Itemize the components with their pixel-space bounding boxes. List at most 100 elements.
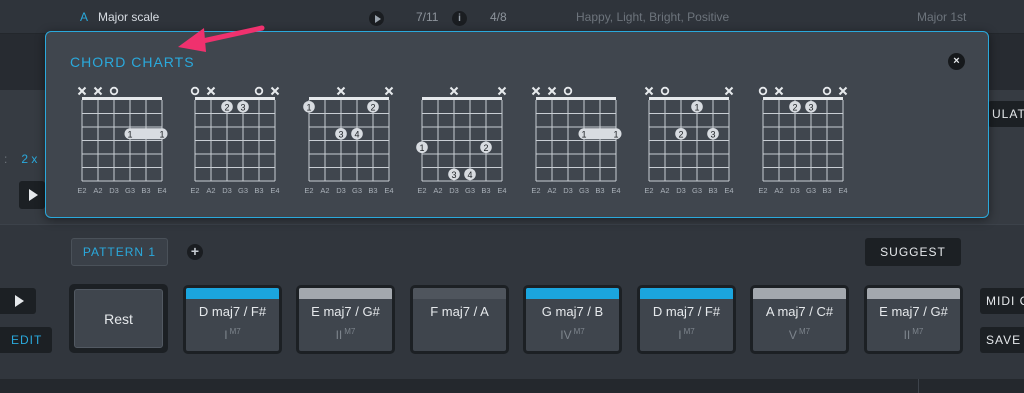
finger-dot: 1 (303, 100, 315, 113)
string-label: G3 (238, 186, 248, 195)
finger-dot: 2 (367, 100, 379, 113)
finger-number: 2 (483, 143, 488, 153)
finger-dot: 2 (221, 100, 233, 113)
string-label: D3 (563, 186, 573, 195)
play-button-top[interactable] (19, 181, 45, 209)
string-label: B3 (481, 186, 490, 195)
barre: 11 (124, 128, 168, 140)
finger-number: 3 (240, 102, 245, 112)
string-label: E2 (758, 186, 767, 195)
pattern-button[interactable]: PATTERN 1 (71, 238, 168, 266)
finger-dot: 3 (448, 168, 460, 181)
nut (763, 97, 843, 100)
nut (422, 97, 502, 100)
string-label: D3 (336, 186, 346, 195)
string-label: A2 (774, 186, 783, 195)
midi-button[interactable]: MIDI C (980, 288, 1024, 314)
finger-dot: 4 (351, 127, 363, 140)
info-icon[interactable]: i (452, 11, 467, 26)
string-label: E4 (611, 186, 620, 195)
chord-cell-body: D maj7 / F# I M7 (186, 288, 279, 351)
chord-quality: M7 (229, 327, 241, 336)
roman-numeral: I (678, 328, 682, 342)
chord-chart: 2 3 E2 A2 D3 G3 B3 E4 (755, 84, 851, 199)
nut (536, 97, 616, 100)
chord-chart-diagram: 1 2 3 4 E2 A2 D3 G3 B3 E4 (303, 86, 394, 195)
chord-charts-panel: CHORD CHARTS × 1 1 E2 A2 D3 G3 B3 E4 2 3 E2 A2 D3 G3 B… (45, 31, 989, 218)
open-string-icon (563, 86, 573, 96)
chord-cell[interactable]: A maj7 / C# V M7 (750, 285, 849, 354)
chord-cell[interactable]: G maj7 / B IV M7 (523, 285, 622, 354)
muted-string-icon (270, 86, 280, 96)
chord-chart: 1 2 3 4 E2 A2 D3 G3 B3 E4 (301, 84, 397, 199)
open-string-icon (660, 86, 670, 96)
string-label: D3 (109, 186, 119, 195)
chord-cell[interactable]: D maj7 / F# I M7 (183, 285, 282, 354)
chord-cell[interactable]: E maj7 / G# II M7 (864, 285, 963, 354)
finger-number: 1 (613, 129, 618, 139)
muted-string-icon (838, 86, 848, 96)
string-label: E4 (384, 186, 393, 195)
string-label: A2 (547, 186, 556, 195)
finger-number: 4 (354, 129, 359, 139)
chord-degree: II M7 (867, 327, 960, 342)
repeat-count[interactable]: :2 x (4, 152, 37, 166)
chord-chart-diagram: 1 2 3 4 E2 A2 D3 G3 B3 E4 (416, 86, 507, 195)
muted-string-icon (724, 86, 734, 96)
string-label: E2 (531, 186, 540, 195)
articulation-button[interactable]: ULATI (988, 101, 1024, 127)
chord-degree: I M7 (640, 327, 733, 342)
chord-color-bar (413, 288, 506, 299)
play-button[interactable] (0, 288, 36, 314)
finger-dot: 1 (691, 100, 703, 113)
finger-dot: 1 (416, 141, 428, 154)
finger-number: 3 (338, 129, 343, 139)
chord-degree: I M7 (186, 327, 279, 342)
chord-color-bar (186, 288, 279, 299)
add-pattern-icon[interactable]: + (187, 244, 203, 260)
chord-cell[interactable]: D maj7 / F# I M7 (637, 285, 736, 354)
scale-row[interactable]: A Major scale 7/11 i 4/8 Happy, Light, B… (0, 0, 1024, 34)
string-label: D3 (676, 186, 686, 195)
pointer-arrow-icon (178, 25, 265, 52)
chord-quality: M7 (912, 327, 924, 336)
string-label: B3 (708, 186, 717, 195)
muted-string-icon (449, 86, 459, 96)
chord-name: G maj7 / B (541, 304, 604, 319)
finger-number: 1 (581, 129, 586, 139)
finger-dot: 4 (464, 168, 476, 181)
chord-color-bar (299, 288, 392, 299)
chord-degree: II M7 (299, 327, 392, 342)
string-label: G3 (806, 186, 816, 195)
edit-button[interactable]: EDIT (0, 327, 52, 353)
string-label: E2 (304, 186, 313, 195)
rest-cell[interactable]: Rest (69, 284, 168, 353)
string-label: B3 (254, 186, 263, 195)
chord-name: D maj7 / F# (198, 304, 267, 319)
scale-name: Major scale (98, 10, 160, 24)
chord-chart-diagram: 1 1E2 A2 D3 G3 B3 E4 (531, 86, 622, 195)
suggest-button[interactable]: SUGGEST (865, 238, 961, 266)
close-icon[interactable]: × (948, 53, 965, 70)
chord-chart: 1 2 3 4 E2 A2 D3 G3 B3 E4 (414, 84, 510, 199)
chord-cell-body: G maj7 / B IV M7 (526, 288, 619, 351)
chord-chart: 1 2 3 E2 A2 D3 G3 B3 E4 (641, 84, 737, 199)
finger-number: 2 (792, 102, 797, 112)
finger-number: 4 (467, 170, 472, 180)
chord-cell[interactable]: F maj7 / A (410, 285, 509, 354)
chord-chart-diagram: 1 1E2 A2 D3 G3 B3 E4 (77, 86, 168, 195)
save-button[interactable]: SAVE (980, 327, 1024, 353)
play-scale-icon[interactable] (369, 11, 384, 26)
scale-count: 7/11 (416, 10, 439, 24)
string-label: E4 (724, 186, 733, 195)
nut (195, 97, 275, 100)
muted-string-icon (384, 86, 394, 96)
chord-cell[interactable]: E maj7 / G# II M7 (296, 285, 395, 354)
open-string-icon (109, 86, 119, 96)
finger-number: 1 (419, 143, 424, 153)
finger-number: 1 (127, 129, 132, 139)
chord-quality: M7 (344, 327, 356, 336)
divider (918, 379, 919, 393)
string-label: G3 (125, 186, 135, 195)
string-label: E2 (77, 186, 86, 195)
